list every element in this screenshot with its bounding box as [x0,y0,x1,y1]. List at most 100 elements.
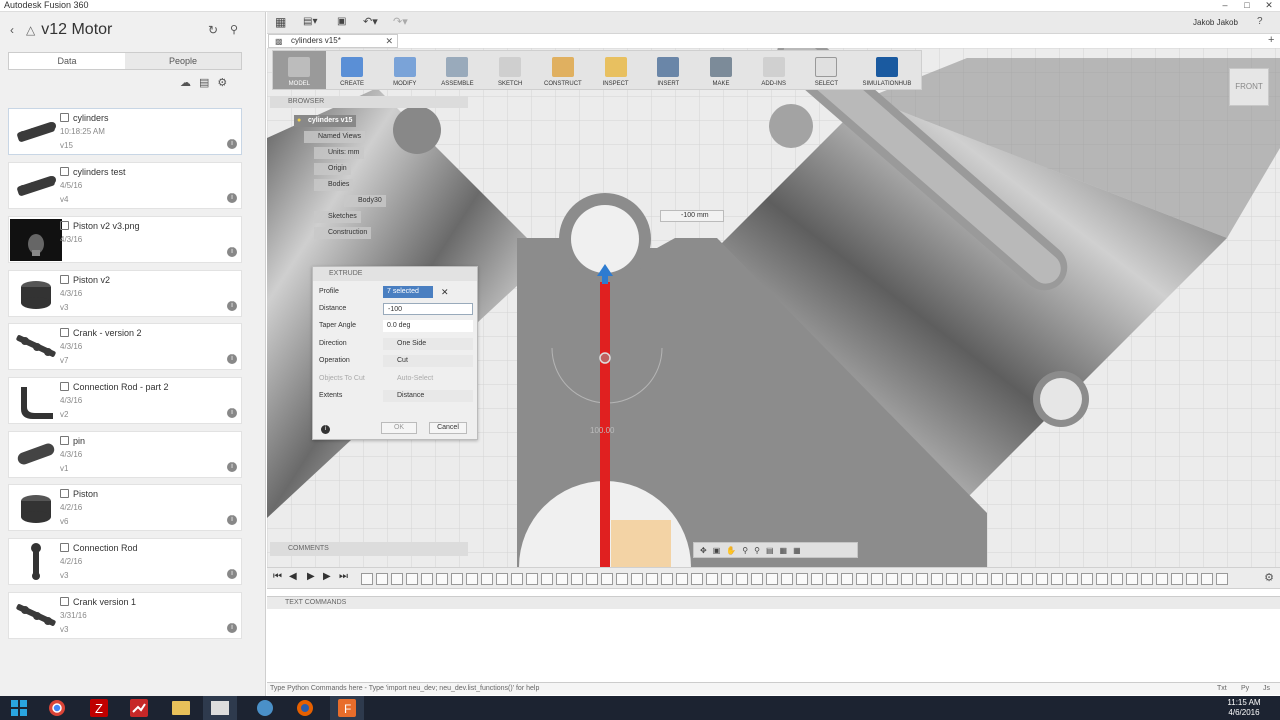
window-taskbar-icon[interactable] [203,696,237,720]
extrude-dialog-header[interactable]: EXTRUDE [313,267,477,281]
browser-header[interactable]: BROWSER [270,96,468,108]
timeline-feature-icon[interactable] [391,573,403,585]
timeline-feature-icon[interactable] [691,573,703,585]
file-card[interactable]: pin 4/3/16 v1 i [8,431,242,478]
orbit-icon[interactable]: ✥ [700,546,707,555]
assemble-menu-button[interactable]: ASSEMBLE [431,51,484,89]
info-icon[interactable]: i [227,354,237,364]
file-card[interactable]: Piston v2 v3.png 4/3/16 i [8,216,242,263]
modify-menu-button[interactable]: MODIFY [378,51,431,89]
sketch-menu-button[interactable]: SKETCH [484,51,537,89]
timeline-feature-icon[interactable] [1171,573,1183,585]
timeline-feature-icon[interactable] [781,573,793,585]
viewcube[interactable]: FRONT [1229,68,1269,106]
save-icon[interactable]: ▣ [337,16,346,27]
lightbulb-icon[interactable]: ● [297,115,301,127]
timeline-feature-icon[interactable] [571,573,583,585]
maximize-icon[interactable]: □ [1236,0,1258,12]
timeline-feature-icon[interactable] [601,573,613,585]
go-to-end-icon[interactable]: ⏭ [339,571,348,582]
timeline-feature-icon[interactable] [1021,573,1033,585]
redo-icon[interactable]: ↷▾ [393,15,408,28]
info-icon[interactable]: i [227,515,237,525]
timeline-feature-icon[interactable] [1201,573,1213,585]
timeline-feature-icon[interactable] [706,573,718,585]
info-icon[interactable]: i [227,193,237,203]
go-to-start-icon[interactable]: ⏮ [273,571,282,582]
cancel-button[interactable]: Cancel [429,422,467,434]
clear-selection-icon[interactable]: ✕ [441,285,449,299]
timeline-feature-icon[interactable] [1036,573,1048,585]
timeline-feature-icon[interactable] [871,573,883,585]
timeline-feature-icon[interactable] [526,573,538,585]
profile-selection-button[interactable]: 7 selected [383,286,433,298]
info-icon[interactable]: i [227,301,237,311]
add-tab-icon[interactable]: + [1268,34,1274,46]
file-card[interactable]: cylinders test 4/5/16 v4 i [8,162,242,209]
file-card[interactable]: Crank version 1 3/31/16 v3 i [8,592,242,639]
timeline-features[interactable] [361,573,1241,585]
add-ins-menu-button[interactable]: ADD-INS [747,51,800,89]
create-menu-button[interactable]: CREATE [326,51,379,89]
timeline-feature-icon[interactable] [856,573,868,585]
timeline-feature-icon[interactable] [631,573,643,585]
timeline-feature-icon[interactable] [556,573,568,585]
direction-dropdown[interactable]: One Side [383,338,473,350]
extents-dropdown[interactable]: Distance [383,390,473,402]
timeline-feature-icon[interactable] [1051,573,1063,585]
timeline-feature-icon[interactable] [886,573,898,585]
timeline-feature-icon[interactable] [616,573,628,585]
timeline-feature-icon[interactable] [1096,573,1108,585]
grid-apps-icon[interactable]: ▦ [275,15,286,29]
file-explorer-taskbar-icon[interactable] [164,696,198,720]
file-card[interactable]: Piston 4/2/16 v6 i [8,484,242,531]
step-forward-icon[interactable]: ▶ [323,571,331,582]
file-card[interactable]: Connection Rod - part 2 4/3/16 v2 i [8,377,242,424]
file-card[interactable]: Piston v2 4/3/16 v3 i [8,270,242,317]
browser-node-construction[interactable]: Construction [314,227,372,239]
refresh-icon[interactable]: ↻ [208,23,218,37]
timeline-feature-icon[interactable] [661,573,673,585]
zoom-icon[interactable]: ⚲ [742,546,748,555]
upload-icon[interactable]: ☁ [180,76,191,89]
timeline-feature-icon[interactable] [361,573,373,585]
timeline-feature-icon[interactable] [976,573,988,585]
timeline-feature-icon[interactable] [481,573,493,585]
chrome-taskbar-icon[interactable] [40,696,74,720]
help-icon[interactable]: ? [1257,16,1263,27]
fusion360-taskbar-icon[interactable]: F [330,696,364,720]
select-menu-button[interactable]: SELECT [800,51,853,89]
simulationhub-button[interactable]: SIMULATIONHUB [853,51,921,89]
timeline-feature-icon[interactable] [766,573,778,585]
file-card[interactable]: cylinders 10:18:25 AM v15 i [8,108,242,155]
viewports-icon[interactable]: ▦ [793,546,801,555]
taper-angle-input[interactable]: 0.0 deg [383,320,473,332]
timeline-feature-icon[interactable] [1141,573,1153,585]
timeline-feature-icon[interactable] [991,573,1003,585]
close-tab-icon[interactable]: ✕ [385,35,393,47]
python-command-input[interactable]: Type Python Commands here - Type 'import… [267,682,1280,695]
timeline-feature-icon[interactable] [586,573,598,585]
tab-data[interactable]: Data [9,53,125,69]
back-arrow-icon[interactable]: ‹ [10,23,14,37]
close-icon[interactable]: ✕ [1258,0,1280,12]
make-menu-button[interactable]: MAKE [695,51,748,89]
minimize-icon[interactable]: – [1214,0,1236,12]
workspace-model-button[interactable]: MODEL [273,51,326,89]
timeline-feature-icon[interactable] [646,573,658,585]
timeline-feature-icon[interactable] [1111,573,1123,585]
new-folder-icon[interactable]: ▤ [199,76,209,89]
browser-node-sketches[interactable]: Sketches [314,211,361,223]
browser-node-body30[interactable]: Body30 [344,195,386,207]
timeline-feature-icon[interactable] [946,573,958,585]
timeline-feature-icon[interactable] [436,573,448,585]
system-clock[interactable]: 11:15 AM 4/6/2016 [1214,698,1274,718]
file-card[interactable]: Connection Rod 4/2/16 v3 i [8,538,242,585]
search-icon[interactable]: ⚲ [230,23,238,36]
firefox-taskbar-icon[interactable] [288,696,322,720]
insert-menu-button[interactable]: INSERT [642,51,695,89]
file-card[interactable]: Crank - version 2 4/3/16 v7 i [8,323,242,370]
fit-icon[interactable]: ⚲ [754,546,760,555]
file-menu-icon[interactable]: ▤▾ [303,16,317,27]
stats-app-taskbar-icon[interactable] [122,696,156,720]
